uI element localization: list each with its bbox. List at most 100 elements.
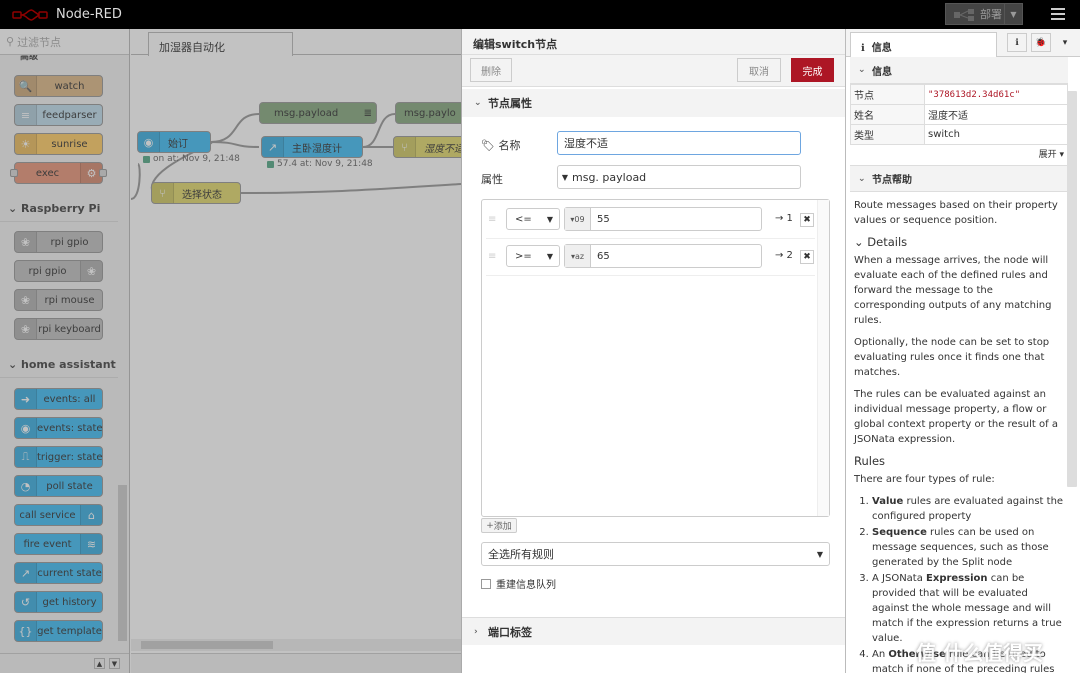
add-rule-button[interactable]: + 添加 [481,518,517,533]
string-type-icon[interactable]: ▾ az [565,245,591,267]
rule-row[interactable]: ≡ <= ▼ ▾ 09 55 → 1 ✖ [486,202,815,239]
header-bar: Node-RED 部署 ▼ [0,0,1080,29]
palette-node-feedparser[interactable]: ≡ feedparser [14,104,103,126]
palette-node-trigger-state[interactable]: ⎍ trigger: state [14,446,103,468]
canvas-node-switch-humidity[interactable]: ⑂ 湿度不适 [393,136,461,158]
rule-value-input[interactable]: ▾ az 65 [564,244,762,268]
help-section-header[interactable]: ⌄ 节点帮助 [850,165,1068,192]
info-tab-button[interactable]: ℹ [1007,33,1027,52]
menu-icon[interactable] [1051,6,1065,20]
palette-node-events-state[interactable]: ◉ events: state [14,417,103,439]
check-all-select[interactable]: 全选所有规则 ▼ [481,542,830,566]
remove-rule-icon[interactable]: ✖ [800,250,814,264]
sidebar-tabs: ℹ 信息 ℹ 🐞 ▾ [846,29,1080,57]
deploy-button[interactable]: 部署 ▼ [945,3,1023,25]
sidebar: ℹ 信息 ℹ 🐞 ▾ ⌄ 信息 节点 "378613d2.34d61c" 姓名 湿度不… [846,29,1080,673]
switch-icon: ⑂ [394,137,416,157]
sidebar-scrollbar[interactable] [1067,91,1077,487]
info-icon: ℹ [861,43,872,54]
remove-rule-icon[interactable]: ✖ [800,213,814,227]
palette-node-rpi-keyboard[interactable]: ❀ rpi keyboard [14,318,103,340]
router-icon: ⌂ [80,505,102,525]
signal-icon: ≋ [80,534,102,554]
property-input[interactable]: ▼ msg. payload [557,165,801,189]
palette-node-label: feedparser [42,109,97,121]
rules-scrollbar[interactable] [817,200,829,516]
rule-value-input[interactable]: ▾ 09 55 [564,207,762,231]
watch-icon: 🔍 [15,76,37,96]
palette-node-rpi-gpio-in[interactable]: ❀ rpi gpio [14,231,103,253]
palette-category-home-assistant[interactable]: ⌄ home assistant [0,352,118,378]
palette-node-exec[interactable]: exec ⚙ [14,162,103,184]
sidebar-menu-dropdown-icon[interactable]: ▾ [1055,33,1075,52]
type-dropdown-icon[interactable]: ▼ [558,173,572,182]
drag-handle-icon[interactable]: ≡ [488,251,498,262]
name-input[interactable]: 湿度不适 [557,131,801,155]
palette-node-label: watch [54,80,85,92]
node-status: 57.4 at: Nov 9, 21:48 [267,159,373,169]
chevron-right-icon: › [474,626,478,637]
palette-node-watch[interactable]: 🔍 watch [14,75,103,97]
recreate-checkbox[interactable] [481,578,491,589]
expand-all-icon[interactable]: ▼ [109,658,120,669]
palette-node-get-template[interactable]: {} get template [14,620,103,642]
expand-button[interactable]: 展开 ▾ [850,145,1068,165]
template-icon: {} [15,621,37,641]
collapse-all-icon[interactable]: ▲ [94,658,105,669]
palette-node-rpi-mouse[interactable]: ❀ rpi mouse [14,289,103,311]
list-item: A JSONata Expression can be provided tha… [872,571,1064,646]
workspace-canvas[interactable]: 加湿器自动化 ◉ 始订 on at: Nov 9, 21:48 ⑂ 选择状态 msg… [131,29,461,673]
number-type-icon[interactable]: ▾ 09 [565,208,591,230]
chevron-down-icon: ⌄ [858,173,866,184]
palette-node-poll-state[interactable]: ◔ poll state [14,475,103,497]
canvas-node-debug-1[interactable]: msg.payload ≣ [259,102,377,124]
rules-list: ≡ <= ▼ ▾ 09 55 → 1 ✖ ≡ >= ▼ ▾ az 65 → 2 ✖ [481,199,830,517]
plus-icon: + [486,520,494,531]
section-node-properties[interactable]: ⌄ 节点属性 [462,89,845,117]
drag-handle-icon[interactable]: ≡ [488,214,498,225]
palette-scrollbar[interactable] [118,485,127,641]
tag-icon: 🏷 [481,139,495,152]
palette-node-sunrise[interactable]: ☀ sunrise [14,133,103,155]
watermark: 值 什么值得买 [916,641,1043,665]
palette-node-rpi-gpio-out[interactable]: rpi gpio ❀ [14,260,103,282]
deploy-dropdown-icon[interactable]: ▼ [1004,4,1022,24]
palette-category-advanced[interactable]: 高级 [20,55,38,61]
palette-node-get-history[interactable]: ↺ get history [14,591,103,613]
canvas-node-switch-state[interactable]: ⑂ 选择状态 [151,182,241,204]
palette-node-call-service[interactable]: call service ⌂ [14,504,103,526]
info-section-header[interactable]: ⌄ 信息 [850,57,1068,84]
deploy-icon [954,9,974,21]
palette-filter-input[interactable]: ⚲ 过滤节点 [0,29,129,55]
section-port-labels[interactable]: › 端口标签 [462,617,845,645]
rule-operator-select[interactable]: <= ▼ [506,208,560,230]
list-item: Value rules are evaluated against the co… [872,494,1064,524]
done-button[interactable]: 完成 [791,58,834,82]
list-icon: ≣ [363,107,372,119]
wires [131,113,461,200]
canvas-h-scrollbar[interactable] [131,639,461,651]
canvas-node-current-state[interactable]: ↗ 主卧湿度计 [261,136,363,158]
canvas-node-debug-2[interactable]: msg.paylo [395,102,461,124]
rule-row[interactable]: ≡ >= ▼ ▾ az 65 → 2 ✖ [486,239,815,276]
palette-node-label: events: all [43,393,96,405]
palette-node-current-state[interactable]: ↗ current state [14,562,103,584]
rule-operator-select[interactable]: >= ▼ [506,245,560,267]
node-label: 湿度不适 [424,143,461,155]
palette-node-fire-event[interactable]: fire event ≋ [14,533,103,555]
canvas-node-events-state[interactable]: ◉ 始订 [137,131,211,153]
cancel-button[interactable]: 取消 [737,58,781,82]
palette-footer: ▲ ▼ [0,653,129,673]
palette-category-raspberry-pi[interactable]: ⌄ Raspberry Pi [0,196,118,222]
palette-node-events-all[interactable]: ➜ events: all [14,388,103,410]
debug-tab-button[interactable]: 🐞 [1031,33,1051,52]
check-mode-value: 全选所有规则 [488,548,554,561]
table-row: 节点 "378613d2.34d61c" [850,84,1068,105]
chevron-down-icon: ⌄ [854,235,868,249]
delete-button[interactable]: 删除 [470,58,512,82]
rules-heading: Rules [854,454,886,468]
info-table: 节点 "378613d2.34d61c" 姓名 湿度不适 类型 switch [850,84,1068,145]
tab-info[interactable]: ℹ 信息 [850,32,997,57]
details-heading[interactable]: ⌄ Details [854,235,1064,250]
node-label: 选择状态 [182,189,222,201]
